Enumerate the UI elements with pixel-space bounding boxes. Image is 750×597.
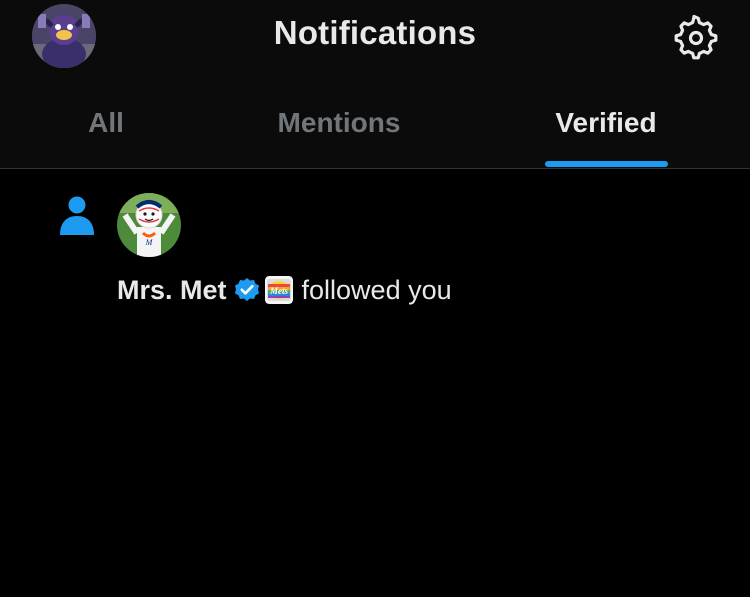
- verified-badge-icon: [234, 277, 260, 303]
- notification-user-name[interactable]: Mrs. Met: [117, 275, 227, 306]
- person-icon: [58, 195, 96, 237]
- notification-text: Mrs. Met Mets followed you: [117, 272, 452, 308]
- mrs-met-avatar[interactable]: M: [117, 193, 181, 257]
- mrs-met-avatar-icon: M: [117, 193, 181, 257]
- active-tab-indicator: [545, 161, 668, 167]
- notification-action-text: followed you: [301, 274, 452, 305]
- mets-affiliate-badge-icon[interactable]: Mets: [264, 276, 293, 304]
- svg-text:M: M: [145, 238, 154, 247]
- notification-tabs: All Mentions Verified: [0, 90, 750, 168]
- tab-verified-label: Verified: [555, 107, 657, 138]
- tab-all[interactable]: All: [0, 90, 212, 168]
- svg-text:Mets: Mets: [269, 286, 288, 296]
- tab-all-label: All: [88, 107, 124, 138]
- settings-button[interactable]: [670, 13, 718, 61]
- tab-verified[interactable]: Verified: [490, 90, 722, 168]
- tab-mentions-label: Mentions: [277, 107, 401, 138]
- tab-mentions[interactable]: Mentions: [212, 90, 466, 168]
- page-title: Notifications: [273, 14, 477, 51]
- gear-icon: [674, 14, 718, 60]
- top-bar: Notifications All Mentions Verified: [0, 0, 750, 169]
